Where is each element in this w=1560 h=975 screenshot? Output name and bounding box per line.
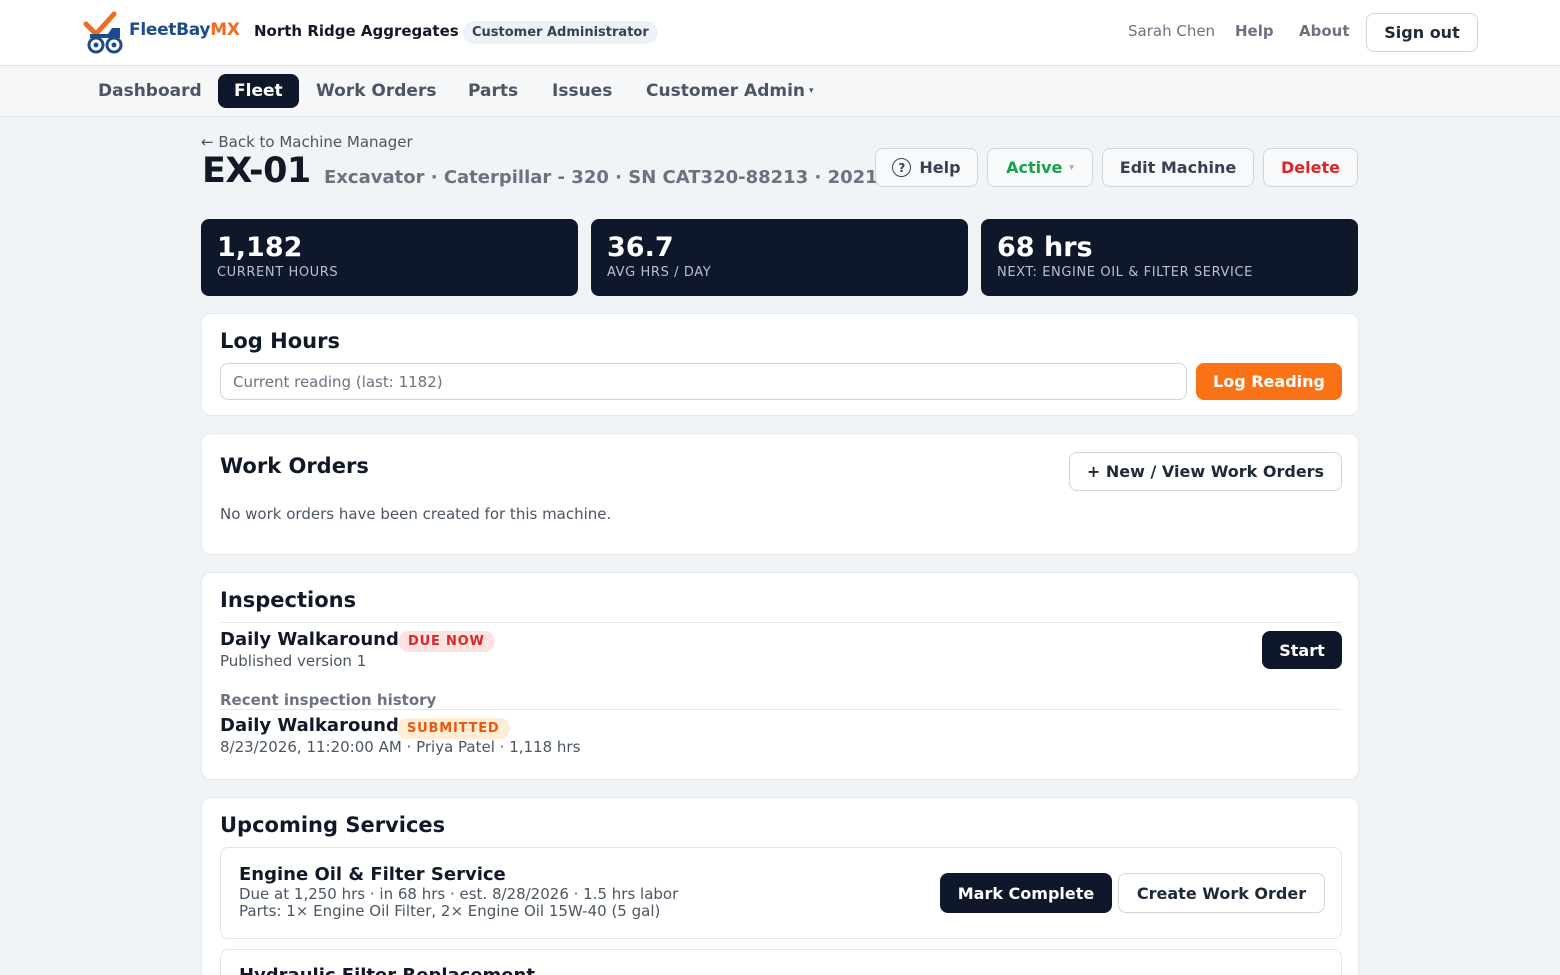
divider [220,622,1342,623]
nav-fleet[interactable]: Fleet [218,74,299,108]
stat-avg-hours: 36.7 Avg Hrs / Day [591,219,968,296]
chevron-down-icon: ▾ [1069,162,1074,173]
service-due-line: Due at 1,250 hrs · in 68 hrs · est. 8/28… [239,885,679,903]
upcoming-services-title: Upcoming Services [220,813,446,837]
help-link[interactable]: Help [1235,22,1274,40]
stat-value: 68 hrs [997,232,1093,263]
fleetbay-logo-icon[interactable] [82,10,130,54]
stat-label: Next: Engine Oil & Filter Service [997,265,1253,280]
brand-main: FleetBay [129,20,211,40]
log-reading-button[interactable]: Log Reading [1196,363,1342,400]
history-heading: Recent inspection history [220,691,437,709]
brand-accent: MX [210,20,240,40]
new-view-work-orders-button[interactable]: + New / View Work Orders [1069,452,1342,491]
status-label: Active [1006,158,1063,177]
stat-label: Current Hours [217,265,339,280]
nav-work-orders[interactable]: Work Orders [300,74,452,108]
nav-parts[interactable]: Parts [452,74,534,108]
help-button-label: Help [919,158,961,177]
nav-customer-admin-label: Customer Admin [646,81,806,101]
history-details: 8/23/2026, 11:20:00 AM · Priya Patel · 1… [220,738,581,756]
status-dropdown[interactable]: Active ▾ [987,148,1093,187]
machine-id: EX-01 [202,151,311,191]
nav-customer-admin[interactable]: Customer Admin ▾ [630,74,830,108]
nav-issues[interactable]: Issues [536,74,628,108]
submitted-badge: SUBMITTED [397,718,510,739]
divider [220,709,1342,710]
service-item: Hydraulic Filter Replacement [220,949,1342,975]
chevron-down-icon: ▾ [809,86,814,96]
work-orders-title: Work Orders [220,454,369,478]
stat-value: 1,182 [217,232,303,263]
delete-button[interactable]: Delete [1263,148,1358,187]
organization-name: North Ridge Aggregates [254,22,459,40]
stat-current-hours: 1,182 Current Hours [201,219,578,296]
start-inspection-button[interactable]: Start [1262,631,1342,669]
stat-label: Avg Hrs / Day [607,265,712,280]
service-name: Engine Oil & Filter Service [239,864,506,885]
inspections-card: Inspections Daily Walkaround DUE NOW Pub… [201,572,1359,780]
service-item: Engine Oil & Filter Service Due at 1,250… [220,847,1342,939]
create-work-order-button[interactable]: Create Work Order [1118,873,1325,913]
main-nav: Dashboard Fleet Work Orders Parts Issues… [0,66,1560,117]
upcoming-services-card: Upcoming Services Engine Oil & Filter Se… [201,797,1359,975]
inspection-version: Published version 1 [220,652,367,670]
role-badge: Customer Administrator [463,21,658,44]
hours-reading-input[interactable] [220,363,1187,400]
edit-machine-button[interactable]: Edit Machine [1102,148,1254,187]
work-orders-empty-text: No work orders have been created for thi… [220,505,612,523]
service-name: Hydraulic Filter Replacement [239,965,535,975]
top-bar: FleetBayMX North Ridge Aggregates Custom… [0,0,1560,66]
inspection-name: Daily Walkaround [220,629,399,650]
work-orders-card: Work Orders + New / View Work Orders No … [201,433,1359,555]
log-hours-card: Log Hours Log Reading [201,313,1359,416]
nav-dashboard[interactable]: Dashboard [82,74,218,108]
log-hours-title: Log Hours [220,329,340,353]
user-name: Sarah Chen [1128,22,1216,40]
question-icon: ? [892,158,912,177]
sign-out-button[interactable]: Sign out [1366,13,1478,52]
brand-name[interactable]: FleetBayMX [129,20,240,40]
inspections-title: Inspections [220,588,357,612]
service-parts-line: Parts: 1× Engine Oil Filter, 2× Engine O… [239,902,661,920]
stat-value: 36.7 [607,232,674,263]
stat-next-service: 68 hrs Next: Engine Oil & Filter Service [981,219,1358,296]
history-inspection-name: Daily Walkaround [220,715,399,736]
help-button[interactable]: ? Help [875,148,978,187]
machine-subtitle: Excavator · Caterpillar - 320 · SN CAT32… [324,167,878,188]
about-link[interactable]: About [1299,22,1350,40]
mark-complete-button[interactable]: Mark Complete [940,873,1112,913]
back-link[interactable]: ← Back to Machine Manager [201,133,413,151]
due-now-badge: DUE NOW [398,631,495,652]
